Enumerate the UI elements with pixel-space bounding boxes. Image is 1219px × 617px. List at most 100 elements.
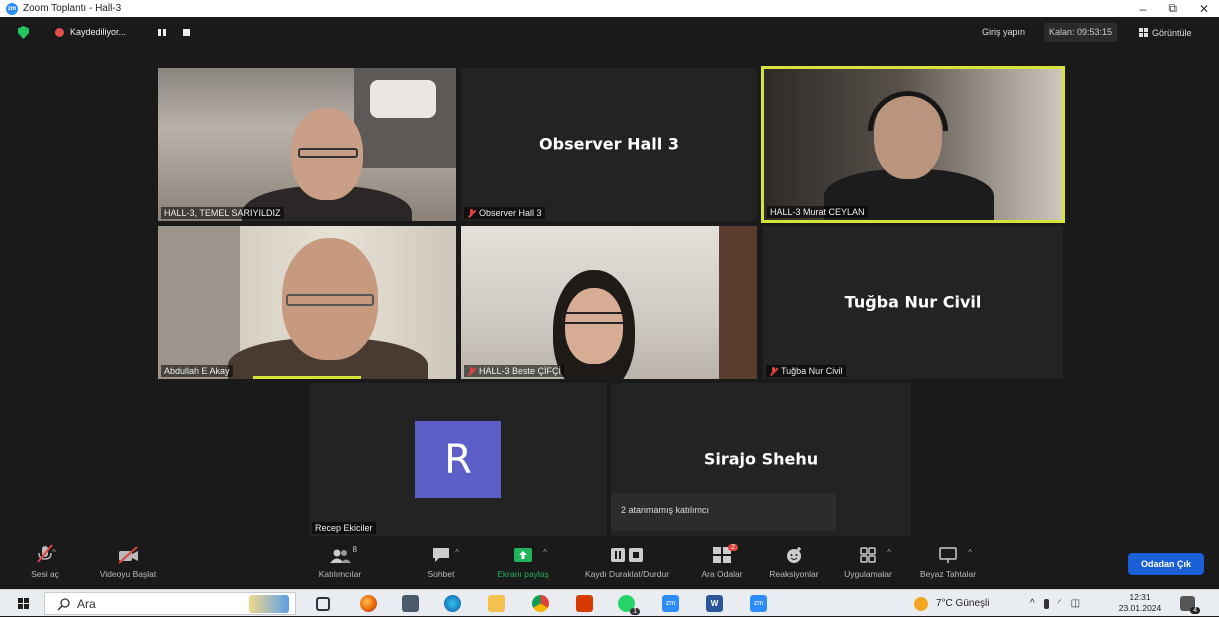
office-icon[interactable] [576, 595, 593, 612]
participant-name: Observer Hall 3 [479, 208, 542, 218]
chevron-up-icon[interactable]: ^ [543, 548, 547, 557]
unmute-label: Sesi aç [31, 569, 59, 579]
grid-view-icon [1139, 28, 1148, 37]
security-shield-icon[interactable] [18, 26, 29, 39]
search-highlight-icon [249, 595, 289, 613]
participant-name: Tuğba Nur Civil [781, 366, 843, 376]
file-explorer-icon[interactable] [488, 595, 505, 612]
chevron-up-icon[interactable]: ^ [455, 548, 459, 557]
zoom-app-icon[interactable]: zm [662, 595, 679, 612]
network-icon: ◜ [1057, 598, 1062, 609]
apps-button[interactable]: ^ Uygulamalar [836, 540, 900, 584]
share-screen-button[interactable]: ^ Ekranı paylaş [490, 540, 556, 584]
apps-label: Uygulamalar [844, 569, 892, 579]
mic-muted-icon [467, 208, 476, 218]
participants-count: 8 [352, 545, 357, 554]
taskbar-clock[interactable]: 12:31 23.01.2024 [1115, 592, 1165, 614]
zoom-app-icon-2[interactable]: zm [750, 595, 767, 612]
reactions-label: Reaksiyonlar [769, 569, 819, 579]
close-button[interactable]: ✕ [1199, 2, 1209, 16]
pause-recording-icon[interactable] [158, 29, 166, 36]
record-control-label: Kaydı Duraklat/Durdur [584, 569, 670, 579]
video-off-icon [118, 546, 138, 564]
chevron-up-icon[interactable]: ^ [1030, 598, 1035, 609]
video-tile-beste[interactable]: HALL-3 Beste ÇİFÇİ [461, 226, 757, 379]
participant-name: HALL-3 Murat CEYLAN [770, 207, 865, 217]
unassigned-participants-tooltip: 2 atanmamış katılımcı [611, 493, 836, 531]
avatar: R [415, 421, 501, 498]
windows-start-icon[interactable] [18, 598, 29, 609]
video-tile-observer[interactable]: Observer Hall 3 Observer Hall 3 [461, 68, 757, 221]
chevron-up-icon[interactable]: ^ [52, 548, 56, 557]
sun-icon [914, 596, 928, 611]
participants-button[interactable]: 8 Katılımcılar [310, 540, 370, 584]
clock-time: 12:31 [1129, 592, 1151, 602]
participant-name: HALL-3, TEMEL SARIYILDIZ [164, 208, 281, 218]
participant-name: Abdullah E Akay [164, 366, 230, 376]
participant-name-tag: Tuğba Nur Civil [766, 365, 846, 377]
edge-icon[interactable] [444, 595, 461, 612]
weather-widget[interactable]: 7°C Güneşli [914, 590, 989, 617]
participant-name-tag: Recep Ekiciler [312, 522, 376, 534]
chevron-up-icon[interactable]: ^ [887, 548, 891, 557]
taskbar-search-box[interactable]: Ara [44, 592, 296, 615]
word-icon[interactable]: W [706, 595, 723, 612]
record-control-button[interactable]: Kaydı Duraklat/Durdur [572, 540, 682, 584]
participant-display-name: Observer Hall 3 [539, 134, 679, 154]
breakout-badge: 2 [728, 544, 738, 551]
reactions-button[interactable]: Reaksiyonlar [762, 540, 826, 584]
minimize-button[interactable]: – [1140, 2, 1147, 16]
video-tile-tugba[interactable]: Tuğba Nur Civil Tuğba Nur Civil [763, 226, 1063, 379]
recording-dot-icon [55, 28, 64, 37]
search-icon [57, 597, 70, 610]
breakout-rooms-label: Ara Odalar [701, 569, 743, 579]
weather-text: 7°C Güneşli [936, 598, 990, 609]
video-tile-temel[interactable]: HALL-3, TEMEL SARIYILDIZ [158, 68, 456, 221]
windows-taskbar: Ara 1 zm W zm 7°C Güneşli ^ ◜ ◫ 12:31 23… [0, 589, 1219, 616]
video-tile-murat-active-speaker[interactable]: HALL-3 Murat CEYLAN [761, 66, 1065, 223]
recording-status: Kaydediliyor... [70, 27, 127, 37]
unmute-button[interactable]: ^ Sesi aç [22, 540, 68, 584]
window-titlebar: zm Zoom Toplantı - Hall-3 – ⧉ ✕ [0, 0, 1219, 17]
chat-icon [433, 548, 449, 562]
chat-button[interactable]: ^ Sohbet [418, 540, 464, 584]
video-tile-abdullah[interactable]: Abdullah E Akay [158, 226, 456, 379]
whiteboard-label: Beyaz Tahtalar [919, 569, 977, 579]
chrome-icon[interactable] [532, 595, 549, 612]
start-video-label: Videoyu Başlat [99, 569, 157, 579]
task-view-icon[interactable] [316, 597, 330, 611]
chat-label: Sohbet [427, 569, 455, 579]
search-placeholder: Ara [77, 596, 96, 611]
time-remaining: Kalan: 09:53:15 [1044, 23, 1118, 42]
whatsapp-icon[interactable]: 1 [618, 595, 640, 615]
participant-display-name: Tuğba Nur Civil [844, 292, 982, 312]
stop-recording-icon[interactable] [183, 29, 190, 36]
system-tray[interactable]: ^ ◜ ◫ [1030, 590, 1080, 617]
meeting-toolbar: ^ Sesi aç Videoyu Başlat 8 Katılımcılar … [0, 540, 1219, 584]
notification-count: 4 [1190, 607, 1200, 614]
participants-icon [330, 549, 351, 563]
zoom-logo-icon: zm [6, 2, 18, 15]
participant-name-tag: HALL-3, TEMEL SARIYILDIZ [161, 207, 284, 219]
whiteboard-button[interactable]: ^ Beyaz Tahtalar [912, 540, 984, 584]
firefox-icon[interactable] [360, 595, 377, 612]
sign-in-link[interactable]: Giriş yapın [982, 27, 1025, 37]
start-video-button[interactable]: Videoyu Başlat [88, 540, 168, 584]
share-screen-icon [514, 548, 532, 562]
whatsapp-badge: 1 [630, 608, 640, 615]
mic-muted-icon [769, 366, 778, 376]
breakout-rooms-button[interactable]: 2 Ara Odalar [694, 540, 750, 584]
leave-meeting-button[interactable]: Odadan Çık [1128, 553, 1204, 575]
microphone-icon [1043, 598, 1049, 609]
calculator-icon[interactable] [402, 595, 419, 612]
whiteboard-icon [939, 547, 957, 563]
pause-stop-recording-icon [611, 548, 643, 562]
participant-name-tag: Observer Hall 3 [464, 207, 545, 219]
restore-button[interactable]: ⧉ [1168, 1, 1177, 16]
notifications-icon[interactable]: 4 [1180, 596, 1200, 614]
video-tile-recep[interactable]: R Recep Ekiciler [309, 383, 607, 536]
view-button[interactable]: Görüntüle [1133, 23, 1198, 42]
mic-muted-icon [467, 366, 476, 376]
chevron-up-icon[interactable]: ^ [968, 548, 972, 557]
participant-name-tag: Abdullah E Akay [161, 365, 233, 377]
